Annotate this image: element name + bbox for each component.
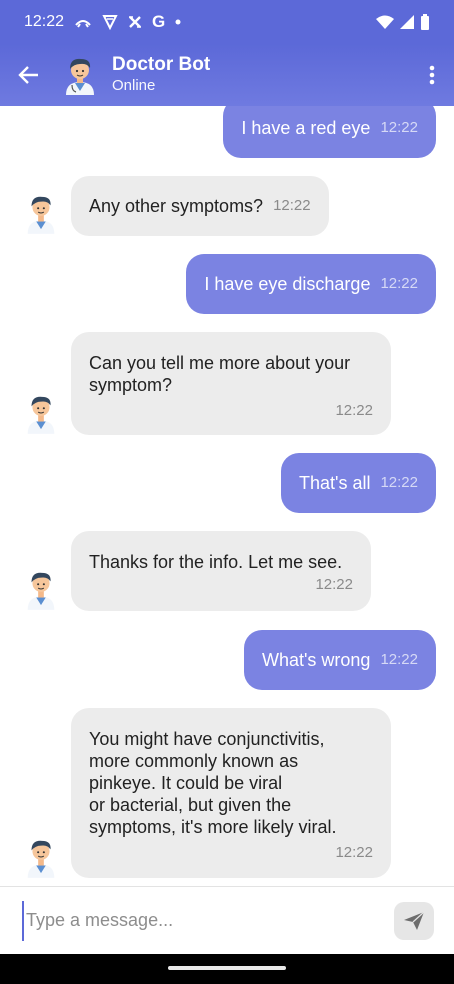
vpn-shield-icon <box>102 14 118 30</box>
system-nav-bar <box>0 954 454 984</box>
outgoing-message: I have eye discharge 12:22 <box>186 254 436 314</box>
message-input[interactable] <box>22 900 372 941</box>
signal-icon <box>400 15 414 29</box>
overflow-menu-button[interactable] <box>410 44 454 106</box>
online-status: Online <box>112 77 156 94</box>
message-text: You might have conjunctivitis, more comm… <box>89 729 337 837</box>
battery-icon <box>420 14 430 30</box>
doctor-avatar <box>60 55 100 95</box>
message-list[interactable]: I have a red eye 12:22 Any other symptom… <box>0 106 454 886</box>
send-button[interactable] <box>394 901 434 940</box>
bot-avatar <box>22 392 60 434</box>
message-time: 12:22 <box>315 576 353 593</box>
message-time: 12:22 <box>273 197 311 214</box>
cross-icon <box>128 15 142 29</box>
send-icon <box>404 911 425 930</box>
bot-avatar <box>22 192 60 234</box>
back-button[interactable] <box>0 44 58 106</box>
message-composer <box>0 886 454 954</box>
incoming-message: Can you tell me more about your symptom?… <box>71 332 391 435</box>
message-text: I have a red eye <box>241 118 371 138</box>
call-forward-icon <box>74 15 92 29</box>
message-time: 12:22 <box>335 844 373 861</box>
google-g-icon: G <box>152 12 166 31</box>
arrow-back-icon <box>18 66 38 84</box>
app-bar: Doctor Bot Online <box>0 44 454 106</box>
message-text: Can you tell me more about your symptom? <box>89 353 351 395</box>
dot-icon <box>175 19 181 25</box>
message-time: 12:22 <box>380 275 418 292</box>
outgoing-message: What's wrong 12:22 <box>243 630 436 690</box>
message-text: Thanks for the info. Let me see. <box>89 552 343 572</box>
more-vert-icon <box>429 65 435 85</box>
message-text: What's wrong <box>261 650 371 670</box>
message-time: 12:22 <box>380 651 418 668</box>
message-time: 12:22 <box>335 402 373 419</box>
home-gesture-handle[interactable] <box>168 966 286 970</box>
bot-avatar <box>22 568 60 610</box>
chat-title: Doctor Bot <box>112 54 211 75</box>
incoming-message: Any other symptoms? 12:22 <box>71 176 329 236</box>
status-time: 12:22 <box>24 13 65 30</box>
message-text: Any other symptoms? <box>89 196 264 216</box>
incoming-message: Thanks for the info. Let me see. 12:22 <box>71 531 371 611</box>
message-text: I have eye discharge <box>204 274 371 294</box>
message-time: 12:22 <box>380 119 418 136</box>
status-bar: 12:22 G <box>0 0 454 44</box>
message-text: That's all <box>298 473 371 493</box>
outgoing-message: I have a red eye 12:22 <box>223 106 436 158</box>
outgoing-message: That's all 12:22 <box>280 453 436 513</box>
bot-avatar <box>22 836 60 878</box>
incoming-message: You might have conjunctivitis, more comm… <box>71 708 391 878</box>
wifi-icon <box>376 15 394 29</box>
message-time: 12:22 <box>380 474 418 491</box>
